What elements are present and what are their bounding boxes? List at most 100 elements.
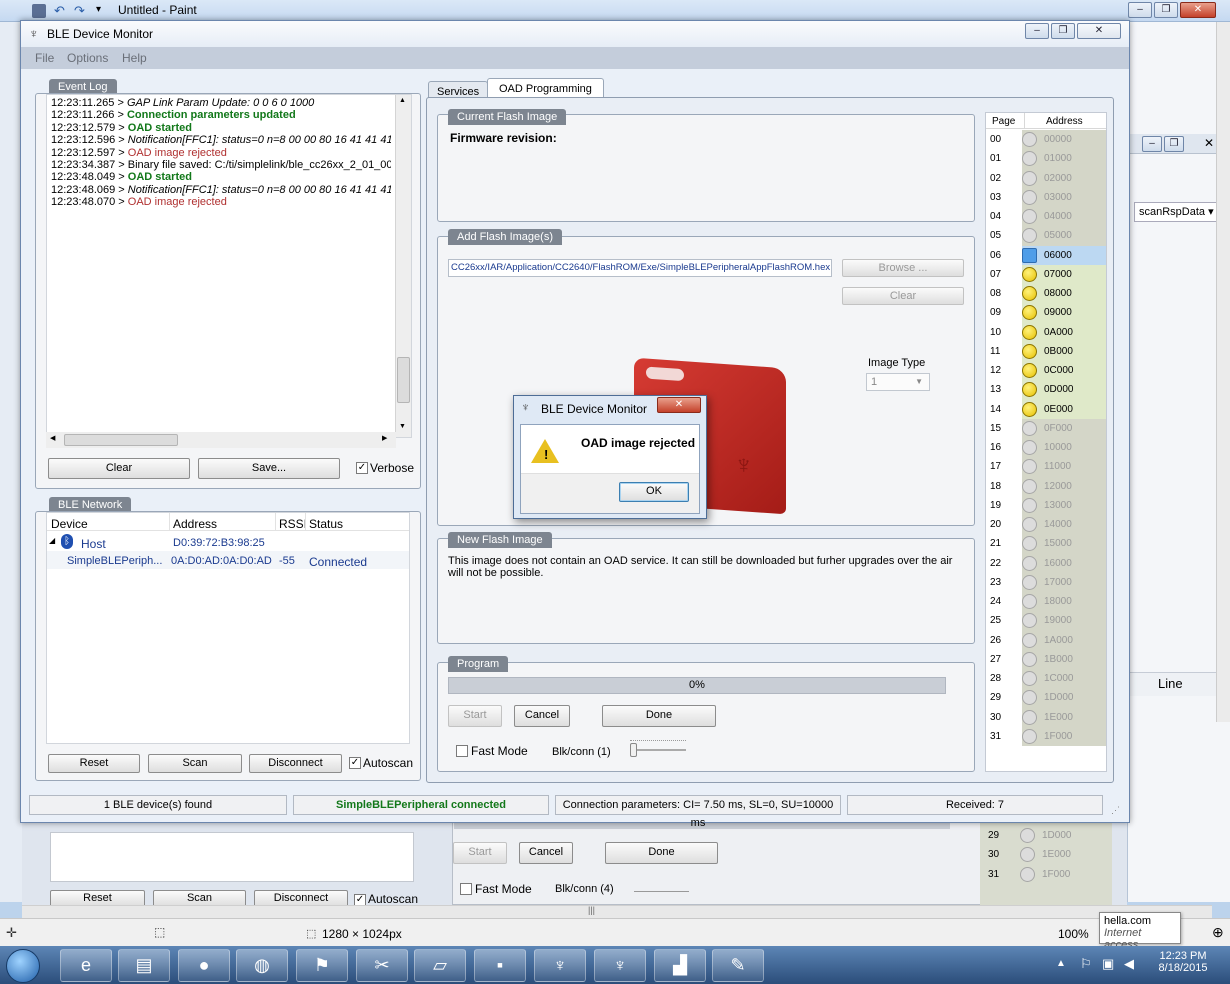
bg-fast-mode-checkbox[interactable] xyxy=(460,883,472,895)
page-row[interactable]: 07 07000 xyxy=(986,264,1106,284)
paint-app-icon[interactable]: ✎ xyxy=(712,949,764,982)
ti-app-icon[interactable]: ♆ xyxy=(534,949,586,982)
page-row[interactable]: 22 16000 xyxy=(986,554,1106,573)
page-row[interactable]: 01 01000 xyxy=(986,149,1106,168)
page-row[interactable]: 14 0E000 xyxy=(986,399,1106,419)
paint-minimize-button[interactable]: – xyxy=(1128,2,1152,18)
bg-close-icon[interactable]: ✕ xyxy=(1204,136,1214,150)
page-row[interactable]: 12 0C000 xyxy=(986,361,1106,381)
page-row[interactable]: 16 10000 xyxy=(986,438,1106,457)
page-row[interactable]: 02 02000 xyxy=(986,169,1106,188)
device-row[interactable]: SimpleBLEPeriph... 0A:D0:AD:0A:D0:AD -55… xyxy=(47,551,409,569)
bg-minimize-button[interactable]: – xyxy=(1142,136,1162,152)
bg-maximize-button[interactable]: ❐ xyxy=(1164,136,1184,152)
image-type-select[interactable]: 1 ▼ xyxy=(866,373,930,391)
acrobat-icon[interactable]: ⚑ xyxy=(296,949,348,982)
start-button[interactable]: Start xyxy=(448,705,502,727)
host-row[interactable]: ◢ ᛒ Host D0:39:72:B3:98:25 xyxy=(47,533,409,551)
ok-button[interactable]: OK xyxy=(619,482,689,502)
quick-access-dropdown-icon[interactable]: ▾ xyxy=(96,4,101,15)
scroll-up-icon[interactable]: ▲ xyxy=(399,97,406,104)
page-row[interactable]: 10 0A000 xyxy=(986,322,1106,342)
firefox-icon[interactable]: ● xyxy=(178,949,230,982)
volume-icon[interactable]: ◀ xyxy=(1124,956,1134,972)
chart-app-icon[interactable]: ▟ xyxy=(654,949,706,982)
page-row[interactable]: 05 05000 xyxy=(986,226,1106,245)
tab-oad-programming[interactable]: OAD Programming xyxy=(487,78,604,99)
page-row[interactable]: 03 03000 xyxy=(986,188,1106,207)
start-button[interactable] xyxy=(6,949,40,983)
page-row[interactable]: 23 17000 xyxy=(986,573,1106,592)
page-row[interactable]: 31 1F000 xyxy=(986,727,1106,746)
done-button[interactable]: Done xyxy=(602,705,716,727)
page-row[interactable]: 18 12000 xyxy=(986,477,1106,496)
collapse-icon[interactable]: ◢ xyxy=(49,536,55,545)
paint-maximize-button[interactable]: ❐ xyxy=(1154,2,1178,18)
page-row[interactable]: 26 1A000 xyxy=(986,631,1106,650)
clock[interactable]: 12:23 PM 8/18/2015 xyxy=(1152,950,1214,974)
page-row[interactable]: 04 04000 xyxy=(986,207,1106,226)
cancel-button[interactable]: Cancel xyxy=(514,705,570,727)
network-icon[interactable]: ▣ xyxy=(1102,956,1114,972)
resize-grip-icon[interactable]: ⋰ xyxy=(1111,805,1120,816)
maximize-button[interactable]: ❐ xyxy=(1051,23,1075,39)
scroll-right-icon[interactable]: ▶ xyxy=(382,434,387,442)
scan-rsp-dropdown[interactable]: scanRspData ▾ xyxy=(1134,202,1218,222)
page-row[interactable]: 20 14000 xyxy=(986,515,1106,534)
page-row[interactable]: 06 06000 xyxy=(986,245,1106,265)
disconnect-button[interactable]: Disconnect xyxy=(249,754,342,773)
page-row[interactable]: 27 1B000 xyxy=(986,650,1106,669)
paint-horizontal-scrollbar[interactable]: ||| xyxy=(22,905,1212,918)
zoom-in-icon[interactable]: ⊕ xyxy=(1212,924,1224,941)
bg-blk-slider[interactable] xyxy=(634,882,689,892)
redo-icon[interactable]: ↷ xyxy=(74,3,85,19)
file-explorer-icon[interactable]: ▤ xyxy=(118,949,170,982)
event-log-list[interactable]: 12:23:11.265 > GAP Link Param Update: 0 … xyxy=(46,94,412,438)
page-row[interactable]: 08 08000 xyxy=(986,284,1106,304)
verbose-checkbox[interactable]: ✓ xyxy=(356,462,368,474)
scroll-down-icon[interactable]: ▼ xyxy=(399,423,406,430)
event-log-vscroll[interactable]: ▲ ▼ xyxy=(395,95,411,437)
paint-right-scrollbar[interactable] xyxy=(1216,22,1230,722)
page-row[interactable]: 25 19000 xyxy=(986,611,1106,630)
autoscan-checkbox[interactable]: ✓ xyxy=(349,757,361,769)
blk-conn-slider[interactable] xyxy=(630,740,686,757)
page-row[interactable]: 09 09000 xyxy=(986,303,1106,323)
scroll-left-icon[interactable]: ◀ xyxy=(50,434,55,442)
page-row[interactable]: 00 00000 xyxy=(986,130,1106,149)
page-row[interactable]: 11 0B000 xyxy=(986,341,1106,361)
fast-mode-checkbox[interactable] xyxy=(456,745,468,757)
page-row[interactable]: 15 0F000 xyxy=(986,419,1106,438)
ti-app-2-icon[interactable]: ♆ xyxy=(594,949,646,982)
action-center-icon[interactable]: ⚐ xyxy=(1080,956,1092,972)
internet-explorer-icon[interactable]: e xyxy=(60,949,112,982)
dialog-close-button[interactable]: ✕ xyxy=(657,397,701,413)
page-row[interactable]: 29 1D000 xyxy=(986,688,1106,707)
blk-conn-slider-thumb[interactable] xyxy=(630,743,637,757)
bg-start-button[interactable]: Start xyxy=(453,842,507,864)
bg-cancel-button[interactable]: Cancel xyxy=(519,842,573,864)
page-row[interactable]: 28 1C000 xyxy=(986,669,1106,688)
close-button[interactable]: ✕ xyxy=(1077,23,1121,39)
page-row[interactable]: 21 15000 xyxy=(986,534,1106,553)
tools-icon[interactable]: ✂ xyxy=(356,949,408,982)
clear-log-button[interactable]: Clear xyxy=(48,458,190,479)
page-row[interactable]: 13 0D000 xyxy=(986,380,1106,400)
show-hidden-icons[interactable]: ▲ xyxy=(1056,958,1066,969)
event-log-vscroll-thumb[interactable] xyxy=(397,357,410,403)
page-row[interactable]: 24 18000 xyxy=(986,592,1106,611)
menu-options[interactable]: Options xyxy=(67,51,108,65)
menu-help[interactable]: Help xyxy=(122,51,147,65)
save-icon[interactable] xyxy=(32,4,46,18)
undo-icon[interactable]: ↶ xyxy=(54,3,65,19)
save-log-button[interactable]: Save... xyxy=(198,458,340,479)
page-row[interactable]: 30 1E000 xyxy=(986,708,1106,727)
minimize-button[interactable]: – xyxy=(1025,23,1049,39)
reset-button[interactable]: Reset xyxy=(48,754,140,773)
browse-button[interactable]: Browse ... xyxy=(842,259,964,277)
menu-file[interactable]: File xyxy=(35,51,54,65)
bg-done-button[interactable]: Done xyxy=(605,842,718,864)
event-log-hscroll[interactable]: ◀ ▶ xyxy=(46,432,396,448)
command-prompt-icon[interactable]: ▪ xyxy=(474,949,526,982)
page-row[interactable]: 17 11000 xyxy=(986,457,1106,476)
